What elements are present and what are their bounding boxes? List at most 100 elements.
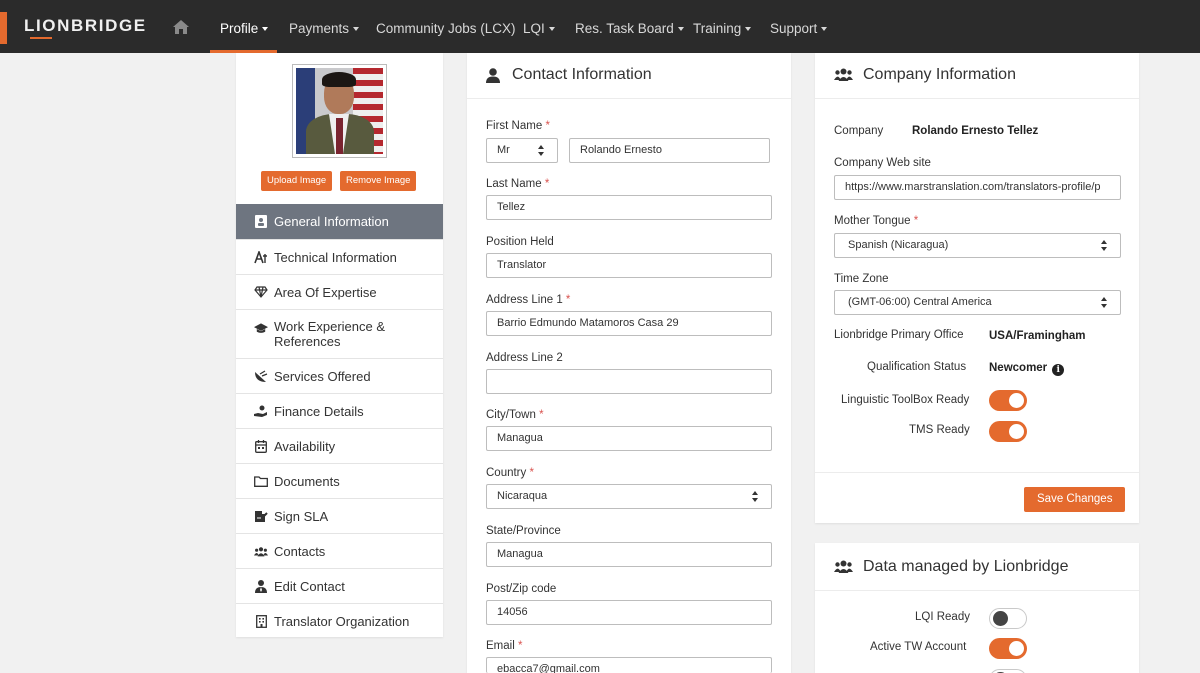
position-held-input[interactable]: Translator [486, 253, 772, 278]
post-zip-input[interactable]: 14056 [486, 600, 772, 625]
graduation-cap-icon [254, 321, 268, 335]
time-zone-select[interactable]: (GMT-06:00) Central America [834, 290, 1121, 315]
first-name-label: First Name * [486, 120, 550, 132]
state-province-label: State/Province [486, 525, 561, 537]
chevron-down-icon [548, 27, 555, 31]
country-select[interactable]: Nicaraqua [486, 484, 772, 509]
info-icon[interactable]: i [1052, 364, 1065, 376]
city-town-input[interactable]: Managua [486, 426, 772, 451]
sidebar-item-work-experience[interactable]: Work Experience & References [236, 309, 443, 358]
sidebar-menu: General Information Technical Informatio… [236, 204, 443, 638]
nav-item-profile[interactable]: Profile [220, 21, 269, 36]
upload-image-button[interactable]: Upload Image [261, 171, 333, 191]
chevron-down-icon [821, 27, 828, 31]
sidebar-item-availability[interactable]: Availability [236, 428, 443, 463]
sidebar-item-contacts[interactable]: Contacts [236, 533, 443, 568]
state-province-input[interactable]: Managua [486, 542, 772, 567]
position-held-label: Position Held [486, 236, 554, 248]
sidebar-item-edit-contact[interactable]: Edit Contact [236, 568, 443, 603]
users-icon [834, 68, 853, 83]
email-input[interactable]: ebacca7@gmail.com [486, 657, 772, 673]
qualification-status-value: Newcomer i [989, 362, 1065, 376]
contact-information-title: Contact Information [486, 66, 652, 84]
sidebar-item-translator-organization[interactable]: Translator Organization [236, 603, 443, 638]
city-town-label: City/Town * [486, 409, 544, 421]
signature-icon [254, 509, 268, 523]
primary-office-value: USA/Framingham [989, 330, 1086, 342]
next-toggle[interactable] [989, 669, 1027, 673]
sidebar-item-services-offered[interactable]: Services Offered [236, 358, 443, 393]
company-information-title: Company Information [834, 66, 1016, 84]
salutation-select[interactable]: Mr [486, 138, 558, 163]
lqi-ready-label: LQI Ready [915, 611, 970, 623]
nav-item-training[interactable]: Training [693, 21, 752, 36]
sidebar-item-technical-information[interactable]: Technical Information [236, 239, 443, 274]
select-arrows-icon [1101, 297, 1108, 308]
tms-ready-label: TMS Ready [909, 424, 970, 436]
sidebar-item-finance-details[interactable]: Finance Details [236, 393, 443, 428]
nav-item-support[interactable]: Support [770, 21, 828, 36]
address-line-1-label: Address Line 1 * [486, 294, 571, 306]
active-tw-account-toggle[interactable] [989, 638, 1027, 659]
data-managed-card: Data managed by Lionbridge LQI Ready Act… [815, 543, 1139, 673]
satellite-dish-icon [254, 369, 268, 383]
brand-logo[interactable]: LIONBRIDGE [24, 16, 147, 36]
nav-item-res-task-board[interactable]: Res. Task Board [575, 21, 684, 36]
post-zip-label: Post/Zip code [486, 583, 557, 595]
building-icon [254, 614, 268, 628]
remove-image-button[interactable]: Remove Image [340, 171, 417, 191]
sidebar-item-general-information[interactable]: General Information [236, 204, 443, 239]
primary-office-label: Lionbridge Primary Office [834, 329, 964, 341]
user-tie-icon [254, 579, 268, 593]
tms-ready-toggle[interactable] [989, 421, 1027, 442]
users-icon [254, 544, 268, 558]
sidebar-item-documents[interactable]: Documents [236, 463, 443, 498]
mother-tongue-label: Mother Tongue * [834, 215, 919, 227]
country-label: Country * [486, 467, 534, 479]
profile-photo-frame [292, 64, 387, 158]
time-zone-label: Time Zone [834, 273, 889, 285]
active-tw-account-label: Active TW Account [870, 641, 967, 653]
contact-information-card: Contact Information First Name * Mr Rola… [467, 53, 791, 673]
address-line-1-input[interactable]: Barrio Edmundo Matamoros Casa 29 [486, 311, 772, 336]
nav-item-community-jobs[interactable]: Community Jobs (LCX) [376, 21, 516, 36]
sidebar-item-sign-sla[interactable]: Sign SLA [236, 498, 443, 533]
users-icon [834, 560, 853, 575]
company-label: Company [834, 125, 884, 137]
select-arrows-icon [752, 491, 759, 502]
nav-accent-bar [0, 12, 7, 44]
hand-holding-money-icon [254, 404, 268, 418]
company-website-label: Company Web site [834, 157, 931, 169]
data-managed-title: Data managed by Lionbridge [834, 558, 1068, 576]
save-changes-button[interactable]: Save Changes [1024, 487, 1126, 512]
address-line-2-label: Address Line 2 [486, 352, 563, 364]
nav-item-payments[interactable]: Payments [289, 21, 360, 36]
lqi-ready-toggle[interactable] [989, 608, 1027, 629]
first-name-input[interactable]: Rolando Ernesto [569, 138, 770, 163]
last-name-label: Last Name * [486, 178, 550, 190]
chevron-down-icon [745, 27, 752, 31]
select-arrows-icon [1101, 240, 1108, 251]
linguistic-toolbox-toggle[interactable] [989, 390, 1027, 411]
mother-tongue-select[interactable]: Spanish (Nicaragua) [834, 233, 1121, 258]
select-arrows-icon [538, 145, 545, 156]
last-name-input[interactable]: Tellez [486, 195, 772, 220]
chevron-down-icon [353, 27, 360, 31]
home-icon[interactable] [172, 19, 190, 35]
linguistic-toolbox-label: Linguistic ToolBox Ready [841, 394, 970, 406]
nav-item-lqi[interactable]: LQI [523, 21, 555, 36]
language-icon [254, 250, 268, 264]
top-navbar: LIONBRIDGE Profile Payments Community Jo… [0, 0, 1200, 53]
calendar-icon [254, 439, 268, 453]
email-label: Email * [486, 640, 523, 652]
company-value: Rolando Ernesto Tellez [912, 125, 1039, 137]
id-card-icon [254, 215, 268, 229]
chevron-down-icon [262, 27, 269, 31]
chevron-down-icon [677, 27, 684, 31]
sidebar-item-area-of-expertise[interactable]: Area Of Expertise [236, 274, 443, 309]
profile-sidebar: Upload Image Remove Image General Inform… [236, 53, 443, 637]
company-website-input[interactable]: https://www.marstranslation.com/translat… [834, 175, 1121, 200]
company-information-card: Company Information Company Rolando Erne… [815, 53, 1139, 523]
address-line-2-input[interactable] [486, 369, 772, 394]
gem-icon [254, 285, 268, 299]
